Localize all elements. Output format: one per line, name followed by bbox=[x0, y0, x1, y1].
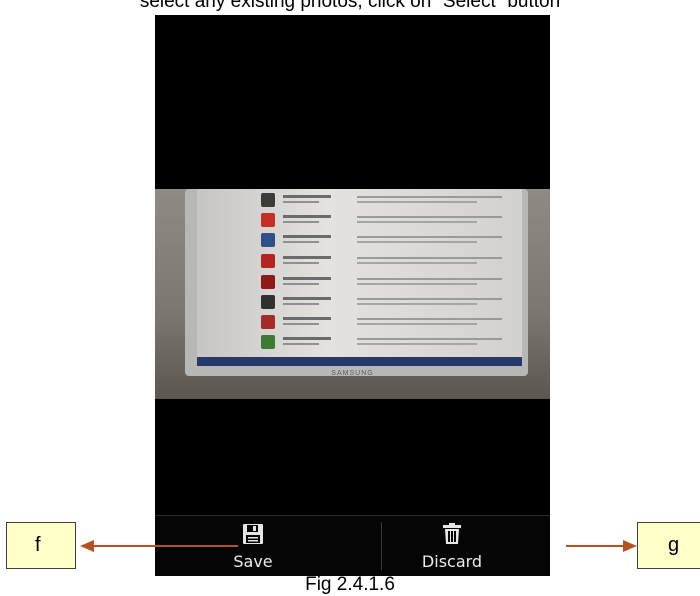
arrow-to-save bbox=[80, 540, 238, 552]
callout-arrows bbox=[80, 540, 637, 552]
callout-g-label: g bbox=[668, 534, 680, 556]
arrow-to-discard bbox=[566, 540, 637, 552]
callout-g: g bbox=[637, 522, 700, 569]
callout-f: f bbox=[6, 522, 76, 569]
figure-caption: Fig 2.4.1.6 bbox=[305, 574, 395, 595]
callout-f-label: f bbox=[35, 534, 41, 556]
